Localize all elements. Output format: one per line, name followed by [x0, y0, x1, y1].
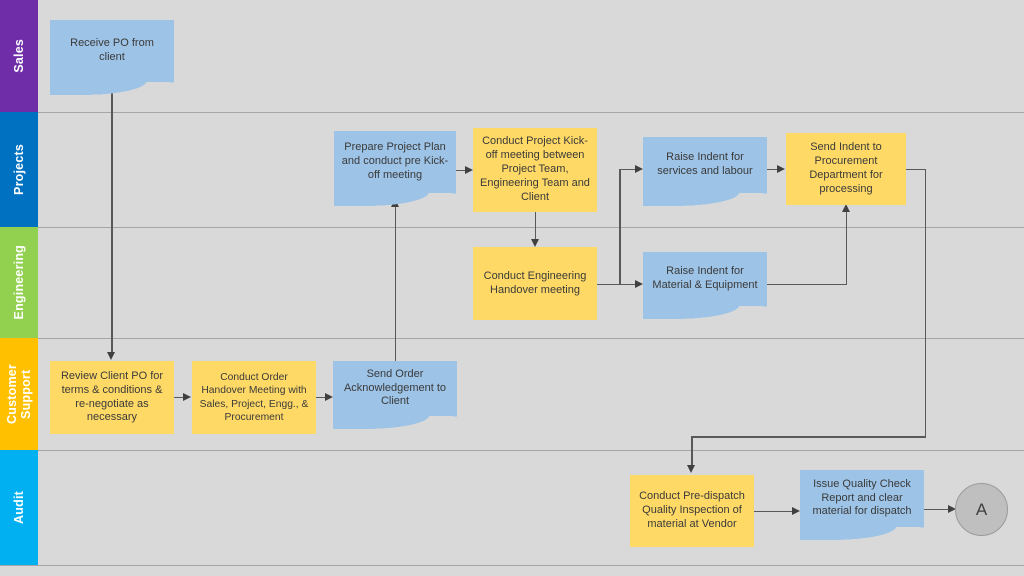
- connector-kickoff-enghandover: [534, 212, 537, 241]
- lane-header-customer-support[interactable]: Customer Support: [0, 338, 38, 450]
- lane-label-projects: Projects: [12, 144, 26, 195]
- node-label-send-order-acknowledgement: Send Order Acknowledgement to Client: [343, 367, 447, 408]
- node-label-offpage-connector-a: A: [975, 499, 988, 519]
- node-issue-quality-check-report[interactable]: Issue Quality Check Report and clear mat…: [800, 470, 924, 527]
- arrowhead-kickoff: [465, 165, 473, 174]
- node-raise-indent-services[interactable]: Raise Indent for services and labour: [643, 137, 767, 193]
- connector-junction-indentservices: [619, 168, 636, 171]
- node-label-raise-indent-material: Raise Indent for Material & Equipment: [652, 265, 758, 291]
- node-conduct-predispatch-inspection[interactable]: Conduct Pre-dispatch Quality Inspection …: [630, 475, 754, 547]
- node-conduct-order-handover[interactable]: Conduct Order Handover Meeting with Sale…: [192, 361, 316, 434]
- connector-receivepo-reviewpo: [111, 82, 113, 353]
- node-prepare-project-plan[interactable]: Prepare Project Plan and conduct pre Kic…: [334, 131, 456, 193]
- lane-header-audit[interactable]: Audit: [0, 450, 38, 565]
- connector-sendindent-exit: [906, 168, 926, 171]
- node-send-order-acknowledgement[interactable]: Send Order Acknowledgement to Client: [333, 361, 457, 416]
- connector-sendindent-crossleft: [691, 436, 926, 438]
- connector-qcreport-terminatora: [924, 508, 950, 511]
- node-review-client-po[interactable]: Review Client PO for terms & conditions …: [50, 361, 174, 434]
- arrowhead-orderhandover: [183, 392, 191, 401]
- node-offpage-connector-a[interactable]: A: [955, 483, 1008, 536]
- arrowhead-sendack: [325, 392, 333, 401]
- node-label-receive-po: Receive PO from client: [70, 37, 154, 63]
- lane-header-sales[interactable]: Sales: [0, 0, 38, 112]
- node-label-issue-quality-check-report: Issue Quality Check Report and clear mat…: [812, 477, 912, 518]
- arrowhead-reviewpo: [107, 352, 116, 360]
- connector-junction-indentmaterial: [619, 283, 636, 286]
- node-raise-indent-material[interactable]: Raise Indent for Material & Equipment: [643, 252, 767, 306]
- connector-sendindent-dropdown: [924, 168, 927, 438]
- node-conduct-project-kickoff[interactable]: Conduct Project Kick-off meeting between…: [473, 128, 597, 212]
- lane-label-engineering: Engineering: [12, 245, 26, 320]
- lane-header-projects[interactable]: Projects: [0, 112, 38, 227]
- node-label-review-client-po: Review Client PO for terms & conditions …: [60, 369, 164, 424]
- node-label-conduct-engineering-handover: Conduct Engineering Handover meeting: [483, 269, 587, 296]
- diagram-footer-strip: [0, 565, 1024, 576]
- swimlane-diagram-canvas: Sales Projects Engineering Customer Supp…: [0, 0, 1024, 576]
- connector-sendack-prepareplan: [394, 205, 397, 361]
- lane-label-audit: Audit: [12, 491, 26, 524]
- connector-indentmaterial-riser: [845, 211, 848, 284]
- lane-label-sales: Sales: [12, 39, 26, 73]
- arrowhead-predispatchqi: [687, 465, 696, 473]
- arrowhead-sendindent-left: [777, 164, 785, 173]
- node-label-conduct-order-handover: Conduct Order Handover Meeting with Sale…: [199, 372, 309, 423]
- node-label-conduct-predispatch-inspection: Conduct Pre-dispatch Quality Inspection …: [639, 490, 745, 530]
- lane-label-customer-support: Customer Support: [5, 364, 33, 424]
- node-label-prepare-project-plan: Prepare Project Plan and conduct pre Kic…: [341, 141, 449, 181]
- node-send-indent-procurement[interactable]: Send Indent to Procurement Department fo…: [786, 133, 906, 205]
- arrowhead-enghandover: [530, 239, 539, 247]
- node-label-conduct-project-kickoff: Conduct Project Kick-off meeting between…: [480, 135, 590, 203]
- connector-junction-riser: [619, 169, 621, 284]
- connector-sendindent-intoaudit: [691, 436, 693, 467]
- connector-predispatchqi-qcreport: [754, 510, 793, 513]
- arrowhead-sendindent-bottom: [841, 204, 850, 212]
- arrowhead-indentmaterial: [635, 279, 643, 288]
- lane-header-engineering[interactable]: Engineering: [0, 227, 38, 338]
- lane-body-sales: [38, 0, 1024, 112]
- node-label-send-indent-procurement: Send Indent to Procurement Department fo…: [809, 141, 883, 195]
- arrowhead-qcreport: [792, 506, 800, 515]
- node-label-raise-indent-services: Raise Indent for services and labour: [657, 151, 753, 177]
- arrowhead-indentservices: [635, 164, 643, 173]
- connector-indentmaterial-elbow: [767, 283, 847, 286]
- node-receive-po[interactable]: Receive PO from client: [50, 20, 174, 82]
- node-conduct-engineering-handover[interactable]: Conduct Engineering Handover meeting: [473, 247, 597, 320]
- connector-enghandover-junction: [597, 283, 620, 286]
